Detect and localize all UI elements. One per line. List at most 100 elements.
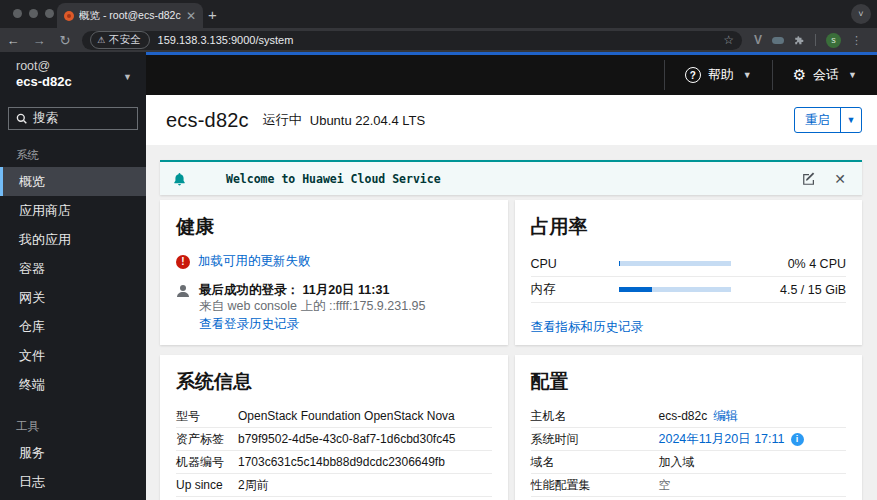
system-time-row: 系统时间 2024年11月20日 17:11 i bbox=[531, 428, 847, 451]
edit-icon[interactable] bbox=[802, 172, 816, 186]
table-row: 资产标签 b79f9502-4d5e-43c0-8af7-1d6cbd30fc4… bbox=[176, 428, 492, 451]
profile-avatar[interactable]: s bbox=[826, 33, 841, 48]
url-text: 159.138.3.135:9000/system bbox=[158, 34, 724, 46]
hostname-row: 主机名 ecs-d82c 编辑 bbox=[531, 405, 847, 428]
last-login: 最后成功的登录： 11月20日 11:31 bbox=[199, 283, 426, 298]
tab-favicon bbox=[64, 11, 74, 21]
motd-text: Welcome to Huawei Cloud Service bbox=[226, 172, 802, 186]
system-info-title: 系统信息 bbox=[176, 369, 492, 395]
domain-row: 域名 加入域 bbox=[531, 451, 847, 474]
security-label: 不安全 bbox=[109, 33, 141, 47]
cpu-value: 0% 4 CPU bbox=[731, 257, 847, 271]
config-title: 配置 bbox=[531, 369, 847, 395]
error-icon: ! bbox=[176, 255, 190, 269]
cpu-progress-bar bbox=[619, 261, 731, 266]
extension-icon[interactable]: V bbox=[754, 33, 762, 47]
forward-button[interactable]: → bbox=[26, 33, 52, 48]
extension-icon-2[interactable] bbox=[772, 37, 784, 44]
tab-close-icon[interactable]: ✕ bbox=[186, 9, 196, 23]
metrics-link[interactable]: 查看指标和历史记录 bbox=[531, 319, 644, 336]
system-info-card: 系统信息 型号 OpenStack Foundation OpenStack N… bbox=[160, 355, 508, 500]
table-row: 机器编号 1703c631c5c14bb88d9dcdc2306649fb bbox=[176, 451, 492, 474]
sidebar-item-myapps[interactable]: 我的应用 bbox=[0, 225, 146, 254]
back-button[interactable]: ← bbox=[0, 33, 26, 48]
masthead: ? 帮助 ▼ ⚙ 会话 ▼ bbox=[146, 52, 877, 95]
sidebar-item-terminal[interactable]: 终端 bbox=[0, 370, 146, 399]
restart-dropdown-toggle[interactable]: ▼ bbox=[840, 108, 861, 132]
address-bar[interactable]: ⚠ 不安全 159.138.3.135:9000/system ☆ bbox=[82, 31, 742, 50]
host-os: Ubuntu 22.04.4 LTS bbox=[310, 113, 425, 128]
sidebar-item-overview[interactable]: 概览 bbox=[0, 167, 146, 196]
sidebar: root@ ecs-d82c ▼ 搜索 系统 概览 应用商店 我的应用 容器 网… bbox=[0, 52, 146, 500]
sidebar-item-gateway[interactable]: 网关 bbox=[0, 283, 146, 312]
warning-icon: ⚠ bbox=[97, 35, 105, 45]
tab-search-chevron-icon[interactable]: ˅ bbox=[851, 4, 871, 24]
restart-button[interactable]: 重启 bbox=[795, 108, 840, 132]
chevron-down-icon: ▼ bbox=[743, 70, 752, 80]
user-menu[interactable]: root@ ecs-d82c ▼ bbox=[0, 52, 146, 96]
bookmark-star-icon[interactable]: ☆ bbox=[723, 33, 734, 47]
memory-label: 内存 bbox=[531, 281, 619, 298]
motd-banner: Welcome to Huawei Cloud Service ✕ bbox=[160, 160, 862, 195]
toolbar-separator bbox=[815, 34, 816, 46]
search-icon bbox=[16, 113, 27, 124]
session-label: 会话 bbox=[813, 66, 839, 84]
window-controls[interactable] bbox=[13, 9, 54, 18]
sidebar-section-system: 系统 bbox=[0, 142, 146, 167]
extensions-puzzle-icon[interactable] bbox=[794, 35, 805, 46]
login-history-link[interactable]: 查看登录历史记录 bbox=[199, 317, 299, 331]
help-menu[interactable]: ? 帮助 ▼ bbox=[665, 62, 772, 88]
browser-menu-icon[interactable]: ⋮ bbox=[851, 34, 862, 47]
join-domain[interactable]: 加入域 bbox=[659, 454, 695, 471]
sidebar-section-tools: 工具 bbox=[0, 413, 146, 438]
profile-row: 性能配置集 空 bbox=[531, 474, 847, 497]
memory-progress-bar bbox=[619, 287, 731, 292]
sidebar-item-services[interactable]: 服务 bbox=[0, 438, 146, 467]
help-label: 帮助 bbox=[708, 66, 734, 84]
table-row: Up since 2周前 bbox=[176, 474, 492, 497]
sidebar-search[interactable]: 搜索 bbox=[8, 107, 138, 130]
chevron-down-icon: ▼ bbox=[123, 72, 132, 82]
info-icon[interactable]: i bbox=[791, 433, 804, 446]
sidebar-item-logs[interactable]: 日志 bbox=[0, 467, 146, 496]
content-header: ecs-d82c 运行中 Ubuntu 22.04.4 LTS 重启 ▼ bbox=[146, 95, 877, 145]
memory-usage-row: 内存 4.5 / 15 GiB bbox=[531, 277, 847, 303]
cpu-usage-row: CPU 0% 4 CPU bbox=[531, 251, 847, 277]
config-card: 配置 主机名 ecs-d82c 编辑 系统时间 2024年11月20日 17:1… bbox=[515, 355, 863, 500]
health-title: 健康 bbox=[176, 214, 492, 240]
bell-icon bbox=[173, 172, 186, 186]
updates-failed-link[interactable]: 加载可用的更新失败 bbox=[198, 253, 311, 270]
usage-card: 占用率 CPU 0% 4 CPU 内存 4.5 / 15 GiB 查看指标和历史… bbox=[515, 200, 863, 345]
usage-title: 占用率 bbox=[531, 214, 847, 240]
browser-tabstrip: 概览 - root@ecs-d82c ✕ + ˅ bbox=[0, 0, 877, 28]
cockpit-page: root@ ecs-d82c ▼ 搜索 系统 概览 应用商店 我的应用 容器 网… bbox=[0, 52, 877, 500]
chevron-down-icon: ▼ bbox=[848, 70, 857, 80]
search-placeholder: 搜索 bbox=[33, 110, 58, 127]
help-icon: ? bbox=[685, 67, 701, 83]
browser-tab[interactable]: 概览 - root@ecs-d82c ✕ bbox=[57, 3, 203, 28]
sidebar-item-containers[interactable]: 容器 bbox=[0, 254, 146, 283]
user-hostname: ecs-d82c bbox=[16, 74, 132, 90]
host-state: 运行中 bbox=[263, 111, 302, 129]
profile-value: 空 bbox=[659, 477, 671, 494]
cpu-label: CPU bbox=[531, 257, 619, 271]
table-row: 型号 OpenStack Foundation OpenStack Nova bbox=[176, 405, 492, 428]
new-tab-button[interactable]: + bbox=[208, 6, 217, 23]
edit-hostname-link[interactable]: 编辑 bbox=[713, 408, 738, 425]
gear-icon: ⚙ bbox=[793, 66, 806, 84]
restart-split-button: 重启 ▼ bbox=[794, 107, 862, 133]
system-time-link[interactable]: 2024年11月20日 17:11 bbox=[659, 431, 785, 448]
content-body: Welcome to Huawei Cloud Service ✕ 健康 ! 加… bbox=[146, 145, 877, 500]
sidebar-item-repository[interactable]: 仓库 bbox=[0, 312, 146, 341]
sidebar-item-appstore[interactable]: 应用商店 bbox=[0, 196, 146, 225]
close-icon[interactable]: ✕ bbox=[834, 171, 846, 187]
reload-button[interactable]: ↻ bbox=[52, 33, 78, 48]
session-menu[interactable]: ⚙ 会话 ▼ bbox=[773, 62, 877, 88]
user-name: root@ bbox=[16, 58, 132, 74]
memory-value: 4.5 / 15 GiB bbox=[731, 283, 847, 297]
sidebar-item-files[interactable]: 文件 bbox=[0, 341, 146, 370]
security-chip[interactable]: ⚠ 不安全 bbox=[90, 31, 150, 49]
tab-title: 概览 - root@ecs-d82c bbox=[79, 9, 181, 23]
page-title: ecs-d82c bbox=[166, 109, 249, 132]
login-origin: 来自 web console 上的 ::ffff:175.9.231.95 bbox=[199, 299, 426, 314]
